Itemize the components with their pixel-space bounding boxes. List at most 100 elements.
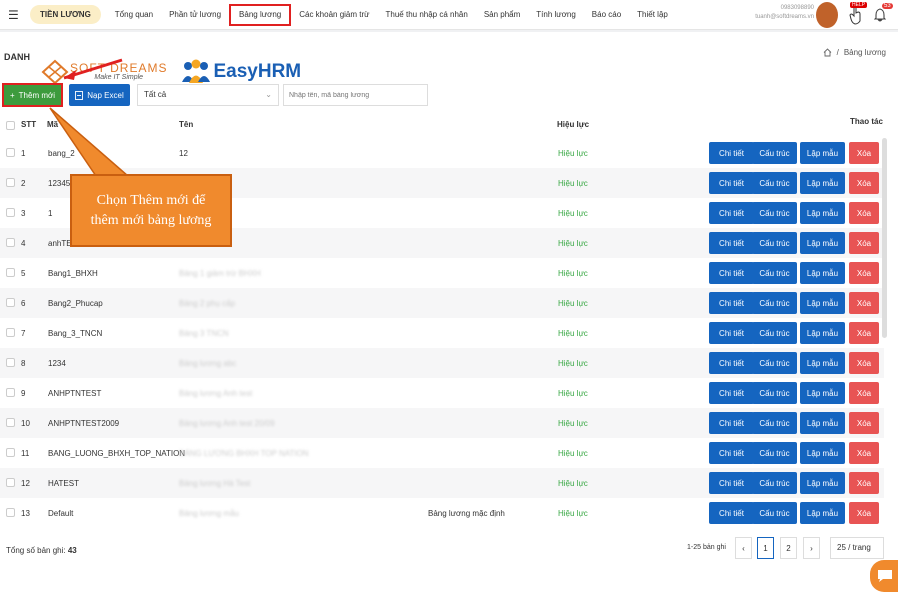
row-checkbox[interactable]	[6, 388, 15, 397]
structure-button[interactable]: Cấu trúc	[752, 502, 797, 524]
detail-button[interactable]: Chi tiết	[709, 472, 754, 494]
template-button[interactable]: Lập mẫu	[800, 412, 845, 434]
nav-salary-elements[interactable]: Phần tử lương	[161, 4, 229, 26]
nav-payroll[interactable]: Bảng lương	[229, 3, 292, 26]
template-button[interactable]: Lập mẫu	[800, 202, 845, 224]
page-2-button[interactable]: 2	[780, 537, 797, 559]
search-input[interactable]	[283, 84, 428, 106]
row-checkbox[interactable]	[6, 448, 15, 457]
page-1-button[interactable]: 1	[757, 537, 774, 559]
template-button[interactable]: Lập mẫu	[800, 142, 845, 164]
softdreams-mark-icon	[41, 59, 69, 85]
structure-button[interactable]: Cấu trúc	[752, 262, 797, 284]
structure-button[interactable]: Cấu trúc	[752, 292, 797, 314]
row-checkbox[interactable]	[6, 208, 15, 217]
row-status: Hiệu lực	[558, 359, 588, 368]
template-button[interactable]: Lập mẫu	[800, 382, 845, 404]
detail-button[interactable]: Chi tiết	[709, 292, 754, 314]
template-button[interactable]: Lập mẫu	[800, 442, 845, 464]
select-all-checkbox[interactable]	[6, 121, 15, 130]
next-page-button[interactable]: ›	[803, 537, 820, 559]
table-scrollbar[interactable]	[882, 138, 887, 338]
delete-button[interactable]: Xóa	[849, 502, 879, 524]
template-button[interactable]: Lập mẫu	[800, 352, 845, 374]
row-checkbox[interactable]	[6, 418, 15, 427]
chat-widget[interactable]	[870, 560, 898, 592]
delete-button[interactable]: Xóa	[849, 262, 879, 284]
row-checkbox[interactable]	[6, 148, 15, 157]
nav-income-tax[interactable]: Thuế thu nhập cá nhân	[378, 4, 476, 26]
detail-button[interactable]: Chi tiết	[709, 202, 754, 224]
structure-button[interactable]: Cấu trúc	[752, 442, 797, 464]
module-switcher[interactable]: TIỀN LƯƠNG	[30, 5, 101, 24]
row-checkbox[interactable]	[6, 328, 15, 337]
row-checkbox[interactable]	[6, 358, 15, 367]
detail-button[interactable]: Chi tiết	[709, 442, 754, 464]
delete-button[interactable]: Xóa	[849, 202, 879, 224]
delete-button[interactable]: Xóa	[849, 442, 879, 464]
template-button[interactable]: Lập mẫu	[800, 232, 845, 254]
row-status: Hiệu lực	[558, 299, 588, 308]
add-new-button[interactable]: + Thêm mới	[2, 83, 63, 107]
detail-button[interactable]: Chi tiết	[709, 382, 754, 404]
structure-button[interactable]: Cấu trúc	[752, 202, 797, 224]
detail-button[interactable]: Chi tiết	[709, 142, 754, 164]
detail-button[interactable]: Chi tiết	[709, 322, 754, 344]
structure-button[interactable]: Cấu trúc	[752, 322, 797, 344]
template-button[interactable]: Lập mẫu	[800, 172, 845, 194]
delete-button[interactable]: Xóa	[849, 322, 879, 344]
delete-button[interactable]: Xóa	[849, 412, 879, 434]
page-size-select[interactable]: 25 / trang	[830, 537, 884, 559]
detail-button[interactable]: Chi tiết	[709, 262, 754, 284]
avatar[interactable]	[816, 2, 838, 28]
prev-page-button[interactable]: ‹	[735, 537, 752, 559]
row-checkbox[interactable]	[6, 238, 15, 247]
detail-button[interactable]: Chi tiết	[709, 502, 754, 524]
nav-deductions[interactable]: Các khoản giảm trừ	[291, 4, 377, 26]
delete-button[interactable]: Xóa	[849, 142, 879, 164]
delete-button[interactable]: Xóa	[849, 472, 879, 494]
status-filter-select[interactable]: Tất cả ⌄	[137, 84, 279, 106]
row-checkbox[interactable]	[6, 298, 15, 307]
delete-button[interactable]: Xóa	[849, 382, 879, 404]
row-checkbox[interactable]	[6, 178, 15, 187]
delete-button[interactable]: Xóa	[849, 172, 879, 194]
home-icon[interactable]	[823, 48, 832, 57]
nav-calculate[interactable]: Tính lương	[528, 4, 584, 26]
row-checkbox[interactable]	[6, 268, 15, 277]
help-badge: HELP	[850, 2, 868, 8]
nav-settings[interactable]: Thiết lập	[629, 4, 676, 26]
structure-button[interactable]: Cấu trúc	[752, 382, 797, 404]
import-excel-button[interactable]: Nạp Excel	[69, 84, 130, 106]
header-name: Tên	[179, 120, 194, 129]
nav-products[interactable]: Sản phẩm	[476, 4, 528, 26]
row-checkbox[interactable]	[6, 508, 15, 517]
row-checkbox[interactable]	[6, 478, 15, 487]
menu-icon[interactable]: ☰	[8, 8, 22, 22]
top-navbar: ☰ TIỀN LƯƠNG Tổng quan Phần tử lương Bản…	[0, 0, 898, 30]
row-status: Hiệu lực	[558, 419, 588, 428]
nav-overview[interactable]: Tổng quan	[107, 4, 161, 26]
template-button[interactable]: Lập mẫu	[800, 472, 845, 494]
template-button[interactable]: Lập mẫu	[800, 262, 845, 284]
template-button[interactable]: Lập mẫu	[800, 322, 845, 344]
detail-button[interactable]: Chi tiết	[709, 172, 754, 194]
structure-button[interactable]: Cấu trúc	[752, 142, 797, 164]
template-button[interactable]: Lập mẫu	[800, 292, 845, 314]
structure-button[interactable]: Cấu trúc	[752, 412, 797, 434]
delete-button[interactable]: Xóa	[849, 352, 879, 374]
delete-button[interactable]: Xóa	[849, 292, 879, 314]
table-row: 9 ANHPTNTEST Bảng lương Anh test Hiệu lực Ch…	[0, 378, 884, 408]
structure-button[interactable]: Cấu trúc	[752, 352, 797, 374]
delete-button[interactable]: Xóa	[849, 232, 879, 254]
structure-button[interactable]: Cấu trúc	[752, 172, 797, 194]
row-name: Bảng 2 phụ cấp	[179, 299, 236, 308]
detail-button[interactable]: Chi tiết	[709, 412, 754, 434]
nav-reports[interactable]: Báo cáo	[584, 4, 629, 26]
bell-icon[interactable]	[874, 8, 886, 22]
detail-button[interactable]: Chi tiết	[709, 352, 754, 374]
structure-button[interactable]: Cấu trúc	[752, 232, 797, 254]
template-button[interactable]: Lập mẫu	[800, 502, 845, 524]
detail-button[interactable]: Chi tiết	[709, 232, 754, 254]
structure-button[interactable]: Cấu trúc	[752, 472, 797, 494]
